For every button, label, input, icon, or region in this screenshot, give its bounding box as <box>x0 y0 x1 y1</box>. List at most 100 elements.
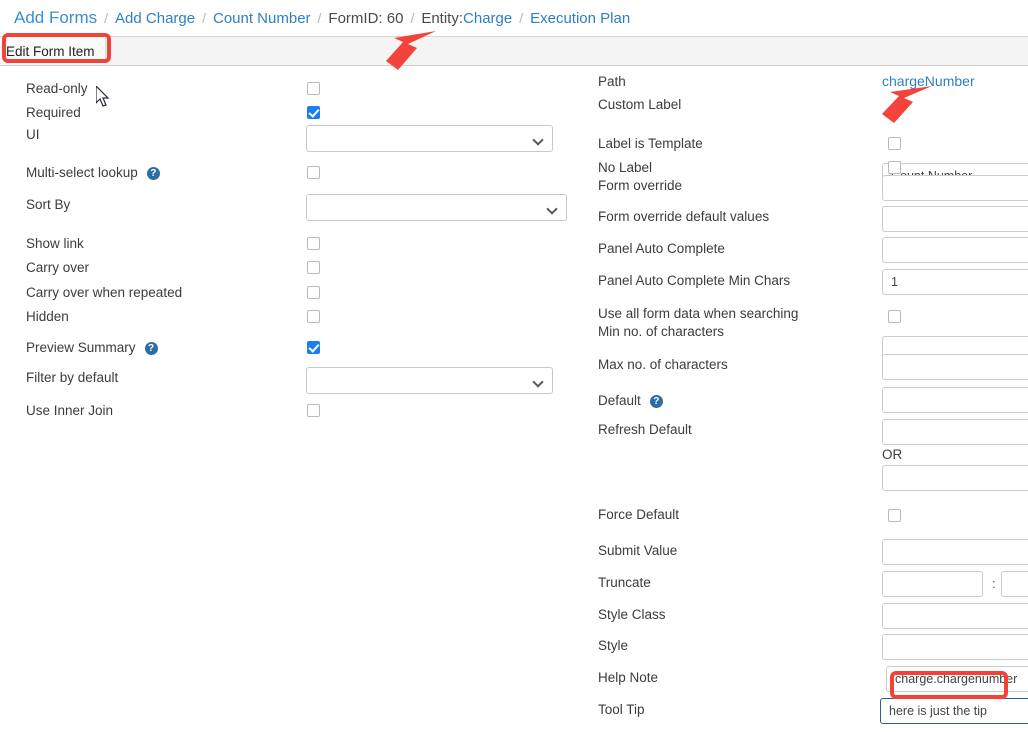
label-label-is-template: Label is Template <box>598 136 703 151</box>
label-min-no-of-characters: Min no. of characters <box>598 324 725 339</box>
input-panel-auto-complete-min-chars[interactable]: 1 <box>882 269 1028 295</box>
field-row-style: Style <box>590 634 1028 660</box>
label-show-link: Show link <box>26 236 84 251</box>
tab-edit-form-item-label: Edit Form Item <box>6 43 95 59</box>
help-icon[interactable]: ? <box>649 395 663 408</box>
label-panel-auto-complete: Panel Auto Complete <box>598 241 725 256</box>
checkbox-use-all-form-data-when-searching[interactable] <box>888 310 901 323</box>
checkbox-no-label[interactable] <box>888 161 901 174</box>
field-row-refresh-default: Refresh Default OR <box>590 419 1028 491</box>
label-multi-select-lookup: Multi-select lookup? <box>26 164 160 182</box>
input-refresh-default[interactable] <box>882 419 1028 445</box>
label-carry-over: Carry over <box>26 260 90 275</box>
field-row-help-note: Help Note charge.chargenumber <box>590 666 1028 692</box>
label-hidden: Hidden <box>26 309 69 324</box>
field-row-label-is-template: Label is Template <box>590 135 1028 153</box>
checkbox-read-only[interactable] <box>307 82 320 95</box>
checkbox-preview-summary[interactable] <box>307 341 320 354</box>
input-style-class[interactable] <box>882 603 1028 629</box>
checkbox-carry-over[interactable] <box>307 261 320 274</box>
breadcrumb-entity-prefix: Entity: <box>421 9 464 27</box>
checkbox-hidden[interactable] <box>307 310 320 323</box>
breadcrumb-execution-plan[interactable]: Execution Plan <box>530 10 630 27</box>
label-tool-tip: Tool Tip <box>598 702 645 717</box>
input-truncate-end[interactable] <box>1001 571 1028 597</box>
label-sort-by: Sort By <box>26 197 71 212</box>
checkbox-show-link[interactable] <box>307 237 320 250</box>
label-submit-value: Submit Value <box>598 543 678 558</box>
label-required: Required <box>26 105 81 120</box>
label-truncate: Truncate <box>598 575 651 590</box>
tab-edit-form-item[interactable]: Edit Form Item <box>0 37 106 65</box>
field-row-style-class: Style Class <box>590 603 1028 629</box>
breadcrumb-entity-charge[interactable]: Entity:Charge <box>421 10 512 27</box>
input-form-override[interactable] <box>882 175 1028 201</box>
field-row-default: Default? <box>590 387 1028 413</box>
breadcrumb-count-number[interactable]: Count Number <box>213 10 311 27</box>
field-row-form-override-default-values: Form override default values <box>590 206 1028 232</box>
checkbox-use-inner-join[interactable] <box>307 404 320 417</box>
field-row-multi-select-lookup: Multi-select lookup? <box>0 164 590 182</box>
label-ui: UI <box>26 127 40 142</box>
label-carry-over-when-repeated: Carry over when repeated <box>26 285 183 300</box>
value-path[interactable]: chargeNumber <box>882 73 975 89</box>
tab-strip: Edit Form Item <box>0 36 1028 66</box>
input-refresh-default-alt[interactable] <box>882 465 1028 491</box>
field-row-truncate: Truncate : <box>590 571 1028 597</box>
label-force-default: Force Default <box>598 507 680 522</box>
select-filter-by-default[interactable] <box>306 367 553 394</box>
help-icon[interactable]: ? <box>144 342 158 355</box>
label-no-label: No Label <box>598 160 653 175</box>
input-help-note[interactable]: charge.chargenumber <box>886 666 1028 692</box>
label-read-only: Read-only <box>26 81 88 96</box>
field-row-use-all-form-data-when-searching: Use all form data when searching <box>590 305 1028 323</box>
input-submit-value[interactable] <box>882 539 1028 565</box>
label-path: Path <box>598 74 626 89</box>
truncate-separator: : <box>992 576 996 591</box>
checkbox-force-default[interactable] <box>888 509 901 522</box>
select-ui[interactable] <box>306 125 553 152</box>
field-row-sort-by: Sort By <box>0 194 590 221</box>
input-style[interactable] <box>882 634 1028 660</box>
checkbox-carry-over-when-repeated[interactable] <box>307 286 320 299</box>
field-row-use-inner-join: Use Inner Join <box>0 402 590 420</box>
field-row-filter-by-default: Filter by default <box>0 367 590 394</box>
breadcrumb-separator: / <box>202 10 206 26</box>
breadcrumb-add-forms[interactable]: Add Forms <box>14 8 97 28</box>
breadcrumb-separator: / <box>519 10 524 26</box>
field-row-read-only: Read-only <box>0 80 590 98</box>
breadcrumb-add-charge[interactable]: Add Charge <box>115 10 195 27</box>
input-tool-tip[interactable]: here is just the tip <box>880 698 1028 724</box>
label-default: Default? <box>598 392 663 410</box>
label-form-override: Form override <box>598 178 683 193</box>
label-default-text: Default <box>598 393 641 408</box>
checkbox-required[interactable] <box>307 106 320 119</box>
input-truncate-start[interactable] <box>882 571 983 597</box>
label-use-inner-join: Use Inner Join <box>26 403 114 418</box>
field-row-ui: UI <box>0 125 590 152</box>
checkbox-multi-select-lookup[interactable] <box>307 166 320 179</box>
field-row-tool-tip: Tool Tip here is just the tip <box>590 698 1028 724</box>
breadcrumb: Add Forms / Add Charge / Count Number / … <box>0 0 1028 36</box>
input-max-no-of-characters[interactable] <box>882 354 1028 380</box>
label-preview-summary: Preview Summary? <box>26 339 158 357</box>
input-form-override-default-values[interactable] <box>882 206 1028 232</box>
field-row-required: Required <box>0 104 590 122</box>
label-panel-auto-complete-min-chars: Panel Auto Complete Min Chars <box>598 273 791 288</box>
label-form-override-default-values: Form override default values <box>598 209 770 224</box>
label-use-all-form-data-when-searching: Use all form data when searching <box>598 306 799 321</box>
input-default[interactable] <box>882 387 1028 413</box>
field-row-custom-label: Custom Label Count Number <box>590 96 1028 189</box>
field-row-submit-value: Submit Value <box>590 539 1028 565</box>
checkbox-label-is-template[interactable] <box>888 137 901 150</box>
input-panel-auto-complete[interactable] <box>882 237 1028 263</box>
breadcrumb-entity-value[interactable]: Charge <box>463 10 512 27</box>
field-row-carry-over-when-repeated: Carry over when repeated <box>0 284 590 302</box>
help-icon[interactable]: ? <box>146 167 160 180</box>
select-sort-by[interactable] <box>306 194 567 221</box>
label-filter-by-default: Filter by default <box>26 370 119 385</box>
label-custom-label: Custom Label <box>598 97 682 112</box>
breadcrumb-separator: / <box>104 10 109 26</box>
field-row-carry-over: Carry over <box>0 259 590 277</box>
breadcrumb-separator: / <box>410 10 415 26</box>
